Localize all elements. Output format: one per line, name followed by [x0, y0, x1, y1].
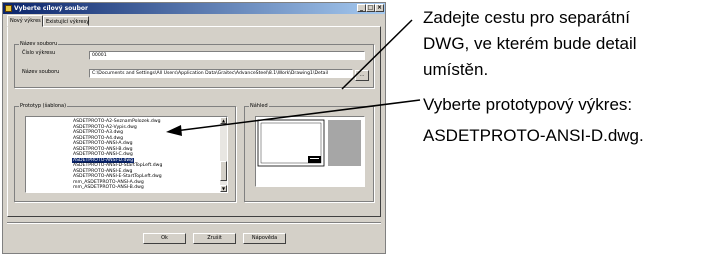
prototype-callout-line: [174, 99, 421, 132]
tab-new-drawing[interactable]: Nový výkres: [7, 15, 43, 27]
prototype-note-line-1: Vyberte prototypový výkres:: [423, 95, 633, 114]
arrowhead-icon: [166, 125, 182, 136]
path-note-line-3: umístěn.: [423, 60, 489, 79]
prototype-note-line-2: ASDETPROTO-ANSI-D.dwg.: [423, 126, 644, 145]
path-note-line-2: DWG, ve kterém bude detail: [423, 34, 637, 53]
path-note-line-1: Zadejte cestu pro separátní: [423, 8, 630, 27]
path-callout-line: [341, 19, 413, 90]
